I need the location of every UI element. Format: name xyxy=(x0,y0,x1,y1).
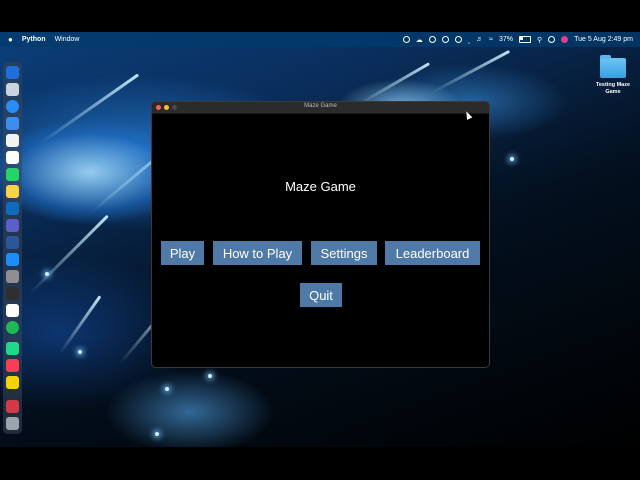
wallpaper-sparkle xyxy=(155,432,159,436)
spotify-icon[interactable] xyxy=(6,321,19,334)
control-center-icon[interactable] xyxy=(548,36,556,43)
wallpaper-streak xyxy=(429,49,511,95)
record-icon[interactable] xyxy=(428,36,436,43)
search-icon[interactable]: ⚲ xyxy=(537,36,542,44)
downloads-icon[interactable] xyxy=(6,400,19,413)
system-settings-icon[interactable] xyxy=(6,270,19,283)
cloud-icon[interactable]: ☁ xyxy=(416,36,423,44)
desktop-folder-label: Testing Maze Game xyxy=(595,82,631,95)
focus-icon[interactable] xyxy=(402,36,410,43)
window-title: Maze Game xyxy=(304,103,337,109)
wallpaper-streak xyxy=(359,62,431,105)
game-window: Maze Game Maze Game Play How to Play Set… xyxy=(151,101,490,368)
menu-bar: ● Python Window ☁ ‸ ♬ ≈ 37% ⚲ Tue 5 Aug … xyxy=(0,32,640,47)
apple-icon[interactable]: ● xyxy=(8,35,13,44)
user-icon[interactable] xyxy=(454,36,462,43)
game-canvas: Maze Game Play How to Play Settings Lead… xyxy=(152,114,489,367)
wallpaper-sparkle xyxy=(165,387,169,391)
terminal-icon[interactable] xyxy=(6,287,19,300)
whatsapp-icon[interactable] xyxy=(6,168,19,181)
trash-icon[interactable] xyxy=(6,417,19,430)
notes-icon[interactable] xyxy=(6,185,19,198)
photos-icon[interactable] xyxy=(6,134,19,147)
teams-icon[interactable] xyxy=(6,219,19,232)
launchpad-icon[interactable] xyxy=(6,83,19,96)
safari-icon[interactable] xyxy=(6,100,19,113)
word-icon[interactable] xyxy=(6,236,19,249)
bluetooth-icon[interactable]: ‸ xyxy=(468,36,470,44)
wallpaper-streak xyxy=(39,73,140,145)
wallpaper-sparkle xyxy=(45,272,49,276)
clock-icon[interactable] xyxy=(441,36,449,43)
mail-icon[interactable] xyxy=(6,117,19,130)
onedrive-icon[interactable] xyxy=(6,202,19,215)
activity-icon[interactable] xyxy=(6,304,19,317)
game-title: Maze Game xyxy=(285,179,356,194)
menu-window[interactable]: Window xyxy=(55,36,80,43)
finder-icon[interactable] xyxy=(6,66,19,79)
app-store-icon[interactable] xyxy=(6,253,19,266)
wallpaper-streak xyxy=(28,214,109,295)
battery-percent[interactable]: 37% xyxy=(499,36,513,43)
python-launcher-icon[interactable] xyxy=(6,376,19,389)
wallpaper-sparkle xyxy=(510,157,514,161)
battery-icon[interactable] xyxy=(518,36,531,43)
dock xyxy=(3,62,22,434)
calendar-icon[interactable] xyxy=(6,151,19,164)
window-titlebar[interactable]: Maze Game xyxy=(152,102,489,114)
volume-icon[interactable]: ♬ xyxy=(476,36,483,43)
leaderboard-button[interactable]: Leaderboard xyxy=(385,241,480,265)
folder-icon xyxy=(600,55,626,78)
play-button[interactable]: Play xyxy=(161,241,204,265)
settings-button[interactable]: Settings xyxy=(311,241,377,265)
how-to-play-button[interactable]: How to Play xyxy=(213,241,302,265)
wallpaper-sparkle xyxy=(208,374,212,378)
desktop-folder[interactable]: Testing Maze Game xyxy=(594,55,632,95)
wallpaper-streak xyxy=(58,295,102,355)
siri-icon[interactable] xyxy=(561,36,569,43)
quit-button[interactable]: Quit xyxy=(300,283,342,307)
music-icon[interactable] xyxy=(6,359,19,372)
menu-app-name[interactable]: Python xyxy=(22,36,46,43)
wallpaper-sparkle xyxy=(78,350,82,354)
menu-clock[interactable]: Tue 5 Aug 2:49 pm xyxy=(574,36,633,43)
wifi-icon[interactable]: ≈ xyxy=(489,36,493,43)
pycharm-icon[interactable] xyxy=(6,342,19,355)
